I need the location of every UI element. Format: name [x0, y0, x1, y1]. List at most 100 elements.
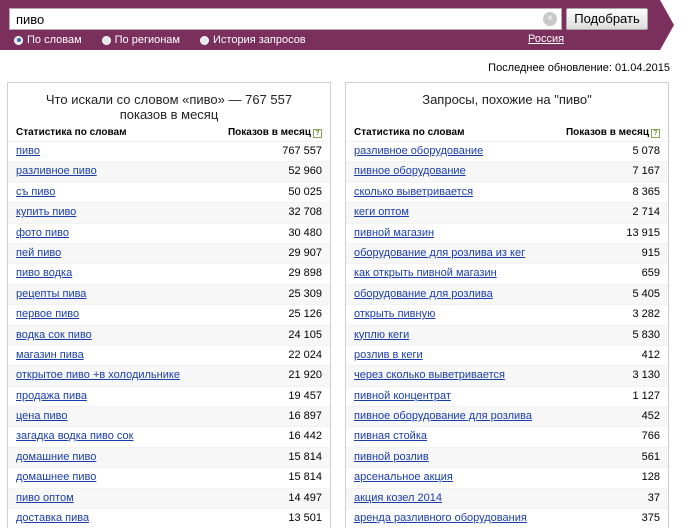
phrase-link[interactable]: рецепты пива — [16, 288, 86, 300]
phrase-link[interactable]: пивное оборудование — [354, 165, 466, 177]
show-count: 766 — [641, 430, 660, 443]
table-row: разливное пиво 52 960 — [8, 161, 330, 182]
show-count: 561 — [641, 450, 660, 463]
phrase-link[interactable]: домашние пиво — [16, 451, 96, 463]
table-row: магазин пива 22 024 — [8, 344, 330, 365]
table-row: пивной розлив 561 — [346, 446, 668, 468]
show-count: 30 480 — [288, 226, 322, 239]
last-update: Последнее обновление: 01.04.2015 — [488, 62, 670, 74]
show-count: 452 — [641, 410, 660, 423]
show-count: 19 457 — [288, 389, 322, 402]
show-count: 128 — [641, 471, 660, 484]
phrase-link[interactable]: разливное оборудование — [354, 145, 483, 157]
table-row: продажа пива 19 457 — [8, 385, 330, 406]
phrase-link[interactable]: пей пиво — [16, 247, 61, 259]
region-link[interactable]: Россия — [528, 33, 564, 45]
phrase-link[interactable]: как открыть пивной магазин — [354, 267, 497, 279]
table-row: пивное оборудование для розлива 452 — [346, 406, 668, 427]
phrase-link[interactable]: оборудование для розлива — [354, 288, 493, 300]
help-icon[interactable]: ? — [313, 129, 322, 138]
phrase-link[interactable]: пивной розлив — [354, 451, 429, 463]
phrase-link[interactable]: розлив в кеги — [354, 349, 423, 361]
phrase-link[interactable]: пиво — [16, 145, 40, 157]
phrase-link[interactable]: сколько выветривается — [354, 186, 473, 198]
table-row: кеги оптом 2 714 — [346, 202, 668, 223]
show-count: 7 167 — [632, 165, 660, 178]
table-row: первое пиво 25 126 — [8, 304, 330, 324]
table-row: фото пиво 30 480 — [8, 222, 330, 243]
phrase-link[interactable]: пивной концентрат — [354, 390, 451, 402]
table-row: пивной магазин 13 915 — [346, 222, 668, 243]
show-count: 25 309 — [288, 287, 322, 300]
table-row: арсенальное акция 128 — [346, 467, 668, 487]
words-list: пиво 767 557 разливное пиво 52 960 съ пиво 50… — [8, 141, 330, 528]
table-row: домашнее пиво 15 814 — [8, 467, 330, 487]
column-header: Статистика по словам Показов в месяц? — [354, 127, 660, 141]
help-icon[interactable]: ? — [651, 129, 660, 138]
show-count: 29 907 — [288, 246, 322, 259]
show-count: 5 405 — [632, 287, 660, 300]
phrase-link[interactable]: разливное пиво — [16, 165, 97, 177]
phrase-link[interactable]: кеги оптом — [354, 206, 409, 218]
phrase-link[interactable]: пиво водка — [16, 267, 72, 279]
table-row: открыть пивную 3 282 — [346, 304, 668, 324]
phrase-link[interactable]: цена пиво — [16, 410, 67, 422]
phrase-link[interactable]: магазин пива — [16, 349, 84, 361]
show-count: 13 915 — [626, 226, 660, 239]
clear-icon[interactable]: × — [543, 12, 557, 26]
mode-by-regions[interactable]: По регионам — [101, 34, 180, 46]
show-count: 412 — [641, 348, 660, 361]
phrase-link[interactable]: пиво оптом — [16, 492, 74, 504]
phrase-link[interactable]: пивная стойка — [354, 430, 427, 442]
phrase-link[interactable]: фото пиво — [16, 227, 69, 239]
show-count: 375 — [641, 512, 660, 525]
show-count: 14 497 — [288, 491, 322, 504]
phrase-link[interactable]: первое пиво — [16, 308, 79, 320]
phrase-link[interactable]: съ пиво — [16, 186, 55, 198]
phrase-link[interactable]: загадка водка пиво сок — [16, 430, 134, 442]
phrase-link[interactable]: доставка пива — [16, 512, 89, 524]
search-header: × Подобрать По словам По регионам Истори… — [0, 0, 688, 50]
radio-icon — [101, 35, 111, 45]
table-row: пивная стойка 766 — [346, 426, 668, 446]
show-count: 915 — [641, 246, 660, 259]
table-row: куплю кеги 5 830 — [346, 324, 668, 345]
phrase-link[interactable]: акция козел 2014 — [354, 492, 442, 504]
phrase-link[interactable]: водка сок пиво — [16, 329, 92, 341]
show-count: 16 442 — [288, 430, 322, 443]
show-count: 659 — [641, 267, 660, 280]
show-count: 3 282 — [632, 308, 660, 321]
show-count: 52 960 — [288, 165, 322, 178]
submit-button[interactable]: Подобрать — [566, 8, 648, 30]
table-row: пивное оборудование 7 167 — [346, 161, 668, 182]
table-row: доставка пива 13 501 — [8, 508, 330, 528]
phrase-link[interactable]: арсенальное акция — [354, 471, 453, 483]
show-count: 16 897 — [288, 410, 322, 423]
show-count: 25 126 — [288, 308, 322, 321]
table-row: водка сок пиво 24 105 — [8, 324, 330, 345]
mode-history[interactable]: История запросов — [200, 34, 306, 46]
table-row: аренда разливного оборудования 375 — [346, 508, 668, 528]
col-words: Статистика по словам — [354, 127, 465, 138]
table-row: домашние пиво 15 814 — [8, 446, 330, 468]
phrase-link[interactable]: купить пиво — [16, 206, 76, 218]
search-input[interactable] — [9, 8, 562, 30]
phrase-link[interactable]: пивное оборудование для розлива — [354, 410, 532, 422]
phrase-link[interactable]: оборудование для розлива из кег — [354, 247, 525, 259]
phrase-link[interactable]: открытое пиво +в холодильнике — [16, 369, 180, 381]
table-row: купить пиво 32 708 — [8, 202, 330, 223]
show-count: 22 024 — [288, 348, 322, 361]
mode-by-words[interactable]: По словам — [14, 34, 82, 46]
phrase-link[interactable]: продажа пива — [16, 390, 87, 402]
phrase-link[interactable]: открыть пивную — [354, 308, 435, 320]
phrase-link[interactable]: куплю кеги — [354, 329, 409, 341]
show-count: 24 105 — [288, 328, 322, 341]
table-row: пей пиво 29 907 — [8, 242, 330, 264]
show-count: 21 920 — [288, 369, 322, 382]
phrase-link[interactable]: домашнее пиво — [16, 471, 96, 483]
phrase-link[interactable]: аренда разливного оборудования — [354, 512, 527, 524]
col-words: Статистика по словам — [16, 127, 127, 138]
phrase-link[interactable]: пивной магазин — [354, 227, 434, 239]
phrase-link[interactable]: через сколько выветривается — [354, 369, 505, 381]
show-count: 1 127 — [632, 389, 660, 402]
